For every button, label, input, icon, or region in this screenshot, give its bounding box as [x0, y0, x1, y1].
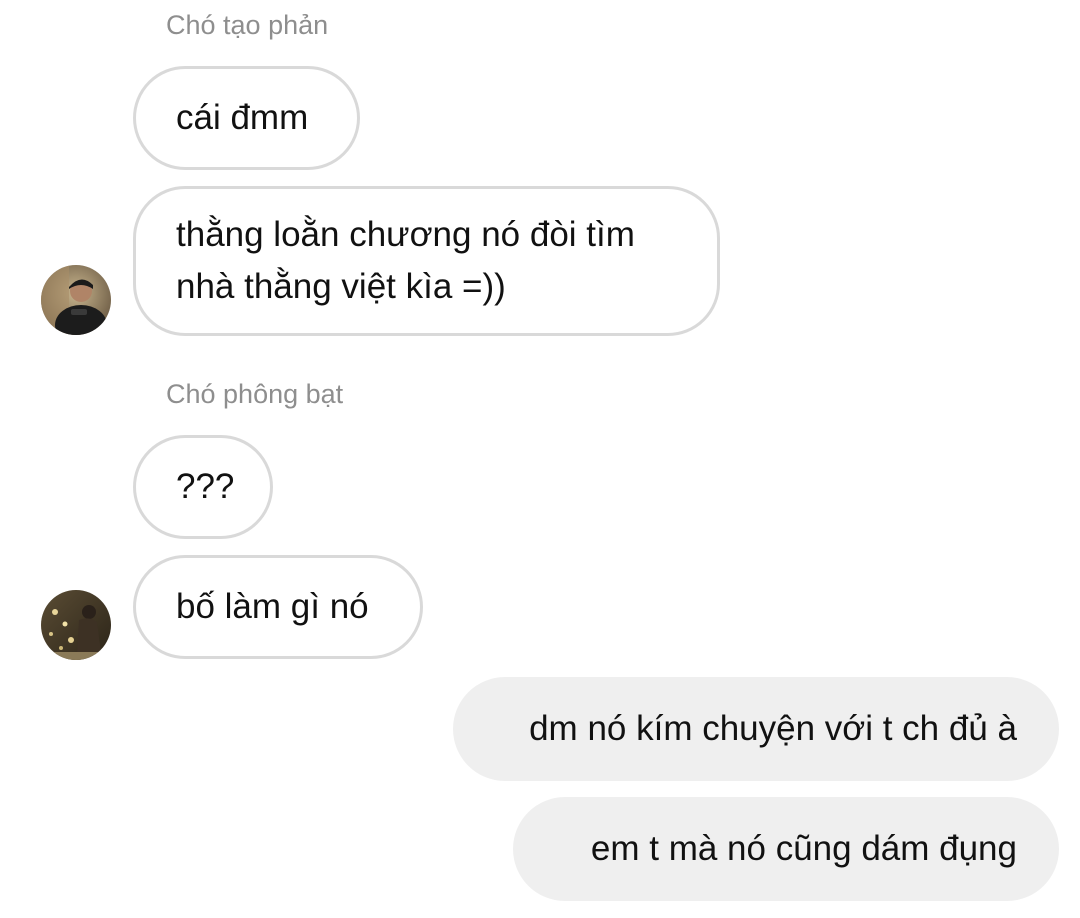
- message-bubble-incoming[interactable]: bố làm gì nó: [133, 555, 423, 659]
- avatar[interactable]: [41, 265, 111, 335]
- avatar-1-image: [41, 265, 111, 335]
- message-bubble-incoming[interactable]: ???: [133, 435, 273, 539]
- sender-name-cho-phong-bat: Chó phông bạt: [166, 379, 344, 409]
- message-text: em t mà nó cũng dám đụng: [590, 829, 1017, 868]
- avatar[interactable]: [41, 590, 111, 660]
- message-text: bố làm gì nó: [176, 587, 369, 626]
- message-bubble-outgoing[interactable]: em t mà nó cũng dám đụng: [513, 797, 1059, 901]
- message-text-line-1: thằng loằn chương nó đòi tìm: [176, 215, 635, 254]
- message-bubble-incoming[interactable]: cái đmm: [133, 66, 360, 170]
- message-bubble-outgoing[interactable]: dm nó kím chuyện với t ch đủ à: [453, 677, 1059, 781]
- message-text: ???: [176, 467, 235, 506]
- sender-name-cho-tao-phan: Chó tạo phản: [166, 10, 329, 40]
- message-bubble-incoming[interactable]: thằng loằn chương nó đòi tìm nhà thằng v…: [133, 186, 720, 336]
- avatar-2-image: [41, 590, 111, 660]
- message-text-line-2: nhà thằng việt kìa =)): [176, 267, 506, 306]
- message-text: cái đmm: [176, 98, 309, 137]
- message-text: dm nó kím chuyện với t ch đủ à: [529, 709, 1017, 748]
